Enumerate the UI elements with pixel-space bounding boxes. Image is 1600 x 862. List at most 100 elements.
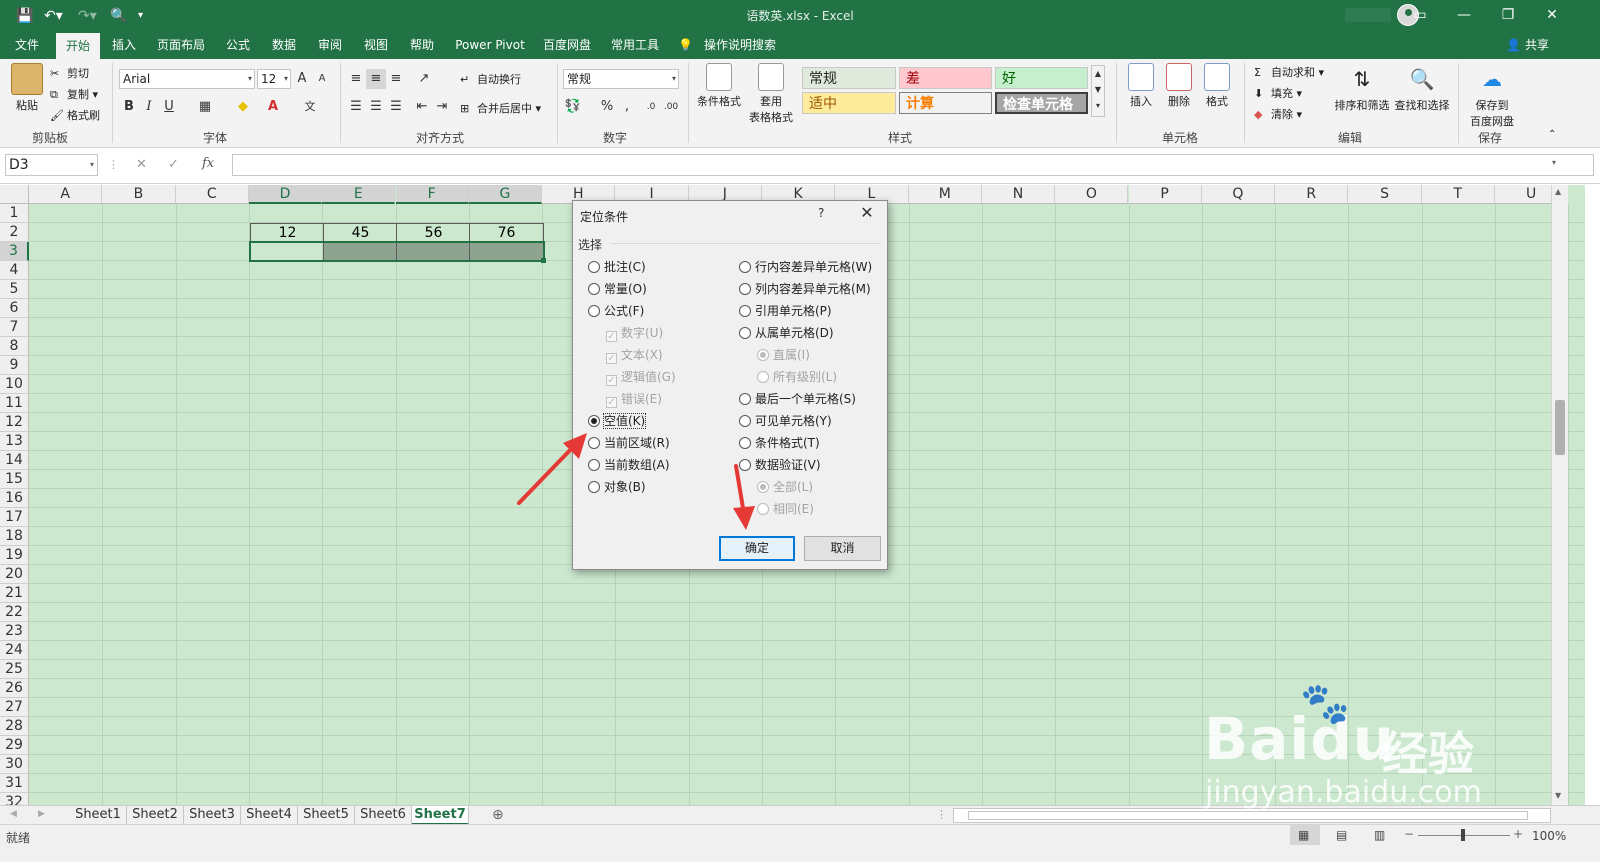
tab-page-layout[interactable]: 页面布局	[150, 31, 212, 59]
leftopts-radio-0[interactable]: 批注(C)	[588, 260, 646, 274]
row-header-21[interactable]: 21	[0, 584, 29, 603]
row-header-11[interactable]: 11	[0, 394, 29, 413]
leftopts-radio-7[interactable]: 空值(K)	[588, 413, 647, 429]
style-check-cell[interactable]: 检查单元格	[995, 92, 1088, 114]
help-button[interactable]: ?	[818, 206, 824, 220]
cell-F2[interactable]: 56	[396, 223, 470, 242]
horizontal-scroll-thumb[interactable]	[968, 811, 1528, 820]
row-header-27[interactable]: 27	[0, 698, 29, 717]
tab-file[interactable]: 文件	[6, 31, 48, 59]
tab-view[interactable]: 视图	[356, 31, 396, 59]
page-break-view-icon[interactable]: ▥	[1374, 828, 1385, 842]
column-header-N[interactable]: N	[981, 185, 1056, 204]
restore-icon[interactable]: ❐	[1486, 0, 1530, 31]
row-header-31[interactable]: 31	[0, 774, 29, 793]
cell-G2[interactable]: 76	[469, 223, 544, 242]
zoom-out-icon[interactable]: −	[1404, 827, 1414, 841]
leftopts-radio-8[interactable]: 当前区域(R)	[588, 436, 670, 450]
ribbon-display-icon[interactable]: ▭	[1398, 0, 1442, 31]
row-header-12[interactable]: 12	[0, 413, 29, 432]
row-header-20[interactable]: 20	[0, 565, 29, 584]
style-good[interactable]: 好	[995, 67, 1088, 89]
align-top-icon[interactable]: ≡	[346, 69, 366, 89]
column-header-S[interactable]: S	[1348, 185, 1422, 204]
format-painter-button[interactable]: 🖌 格式刷	[50, 107, 100, 123]
column-header-E[interactable]: E	[322, 185, 396, 204]
tab-home[interactable]: 开始	[56, 33, 100, 59]
scroll-down-icon[interactable]: ▼	[1555, 791, 1561, 800]
row-header-23[interactable]: 23	[0, 622, 29, 641]
rightopts-radio-1[interactable]: 列内容差异单元格(M)	[739, 282, 871, 296]
row-header-8[interactable]: 8	[0, 337, 29, 356]
dialog-close-icon[interactable]: ✕	[858, 203, 876, 223]
underline-button[interactable]: U	[159, 97, 179, 117]
formula-input[interactable]	[232, 154, 1594, 176]
row-header-10[interactable]: 10	[0, 375, 29, 394]
insert-cells-button[interactable]: 插入	[1124, 63, 1158, 109]
cancel-edit-icon[interactable]: ✕	[136, 157, 147, 172]
row-header-1[interactable]: 1	[0, 204, 29, 223]
column-header-C[interactable]: C	[175, 185, 249, 204]
comma-button[interactable]: ,	[617, 97, 637, 117]
currency-icon[interactable]: 💱	[563, 97, 583, 117]
rightopts-radio-6[interactable]: 最后一个单元格(S)	[739, 392, 856, 406]
align-left-icon[interactable]: ☰	[346, 97, 366, 117]
cut-button[interactable]: ✂ 剪切	[50, 65, 89, 81]
tab-help[interactable]: 帮助	[402, 31, 442, 59]
sheet-tab-sheet6[interactable]: Sheet6	[355, 806, 412, 825]
page-layout-view-icon[interactable]: ▤	[1336, 828, 1347, 842]
tab-review[interactable]: 审阅	[310, 31, 350, 59]
row-header-3[interactable]: 3	[0, 242, 29, 261]
rightopts-radio-8[interactable]: 条件格式(T)	[739, 436, 820, 450]
vertical-scrollbar[interactable]: ▲ ▼	[1551, 185, 1568, 805]
sheet-tab-sheet5[interactable]: Sheet5	[298, 806, 355, 825]
scroll-up-icon[interactable]: ▲	[1555, 187, 1561, 196]
sheet-tab-sheet4[interactable]: Sheet4	[241, 806, 298, 825]
copy-button[interactable]: ⧉ 复制 ▾	[50, 86, 98, 102]
italic-button[interactable]: I	[139, 97, 159, 117]
orientation-icon[interactable]: ↗	[414, 69, 434, 89]
sheet-tab-sheet1[interactable]: Sheet1	[70, 806, 127, 825]
align-right-icon[interactable]: ☰	[386, 97, 406, 117]
leftopts-radio-2[interactable]: 公式(F)	[588, 304, 644, 318]
wrap-text-button[interactable]: ↵ 自动换行	[460, 71, 521, 87]
insert-function-icon[interactable]: fx	[202, 156, 214, 171]
shrink-font-button[interactable]: A	[312, 69, 332, 89]
align-center-icon[interactable]: ☰	[366, 97, 386, 117]
align-bottom-icon[interactable]: ≡	[386, 69, 406, 89]
share-button[interactable]: 共享	[1522, 31, 1552, 59]
rightopts-radio-7[interactable]: 可见单元格(Y)	[739, 414, 832, 428]
fill-button[interactable]: ⬇ 填充 ▾	[1254, 85, 1302, 101]
leftopts-radio-10[interactable]: 对象(B)	[588, 480, 646, 494]
style-normal[interactable]: 常规	[802, 67, 896, 89]
cell-E2[interactable]: 45	[323, 223, 397, 242]
row-header-18[interactable]: 18	[0, 527, 29, 546]
zoom-slider-thumb[interactable]	[1461, 829, 1465, 841]
font-name-select[interactable]: Arial ▾	[119, 69, 255, 89]
style-bad[interactable]: 差	[899, 67, 992, 89]
increase-decimal-icon[interactable]: .0	[641, 97, 661, 117]
increase-indent-icon[interactable]: ⇥	[432, 97, 452, 117]
select-all-corner[interactable]	[0, 185, 29, 204]
column-header-P[interactable]: P	[1128, 185, 1202, 204]
conditional-format-button[interactable]: 条件格式	[694, 63, 744, 109]
tab-baidu-netdisk[interactable]: 百度网盘	[536, 31, 598, 59]
cell-D2[interactable]: 12	[250, 223, 324, 242]
expand-formula-icon[interactable]: ▾	[1552, 158, 1556, 167]
column-header-T[interactable]: T	[1421, 185, 1495, 204]
font-size-select[interactable]: 12 ▾	[257, 69, 291, 89]
collapse-ribbon-icon[interactable]: ⌃	[1548, 129, 1556, 140]
borders-icon[interactable]: ▦	[195, 97, 215, 117]
autosum-button[interactable]: Σ 自动求和 ▾	[1254, 64, 1324, 80]
column-header-O[interactable]: O	[1055, 185, 1129, 204]
close-icon[interactable]: ✕	[1530, 0, 1574, 31]
row-header-24[interactable]: 24	[0, 641, 29, 660]
sheet-tab-sheet2[interactable]: Sheet2	[127, 806, 184, 825]
tab-split-icon[interactable]: ⋮	[936, 808, 947, 821]
style-calculation[interactable]: 计算	[899, 92, 992, 114]
decrease-decimal-icon[interactable]: .00	[661, 97, 681, 117]
row-header-17[interactable]: 17	[0, 508, 29, 527]
row-header-30[interactable]: 30	[0, 755, 29, 774]
row-header-4[interactable]: 4	[0, 261, 29, 280]
tab-data[interactable]: 数据	[264, 31, 304, 59]
